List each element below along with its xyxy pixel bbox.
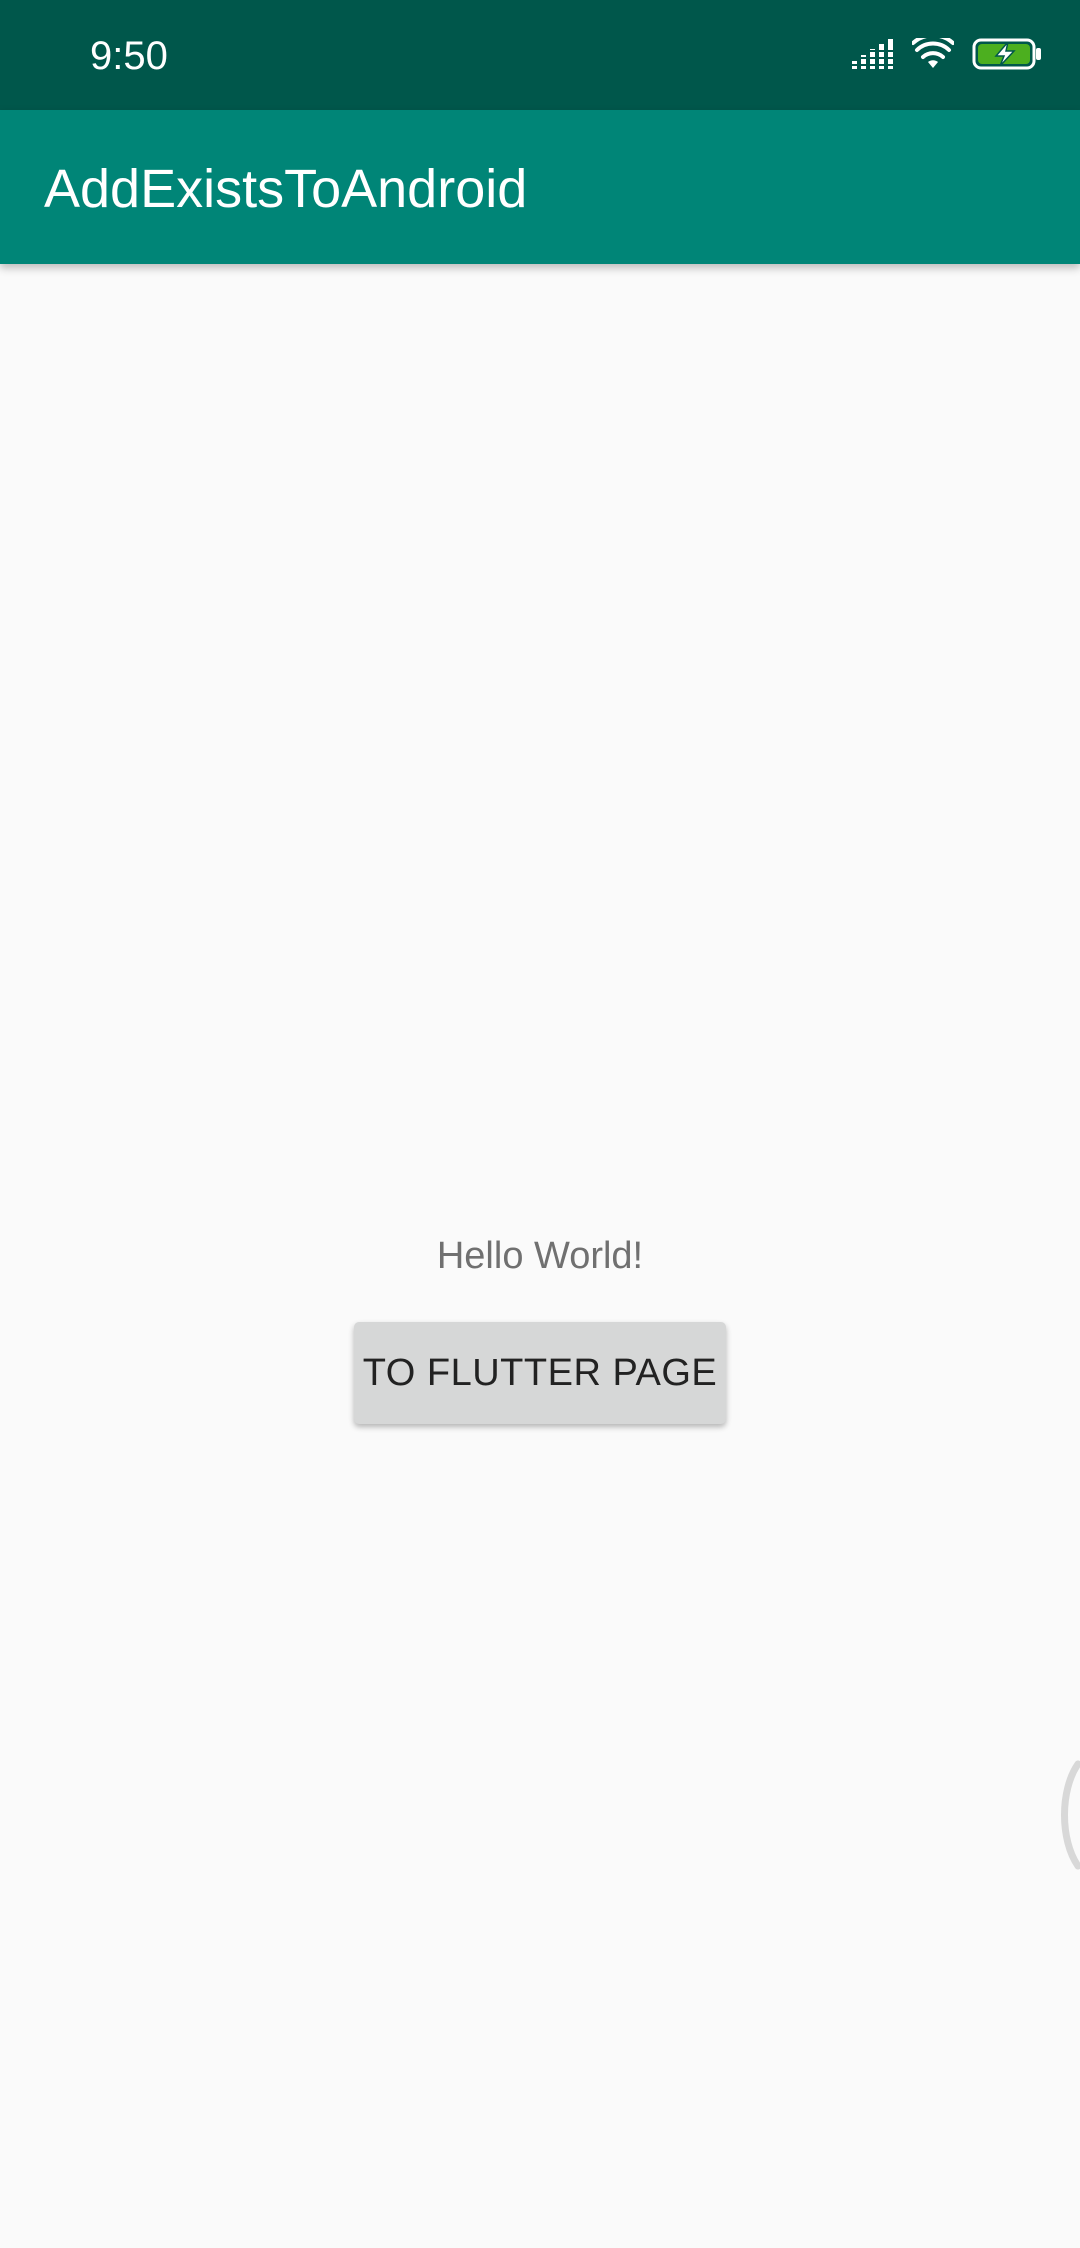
status-bar: 9:50 — [0, 0, 1080, 110]
status-time: 9:50 — [90, 34, 168, 78]
app-title: AddExistsToAndroid — [44, 159, 528, 219]
main-content: Hello World! TO FLUTTER PAGE — [0, 264, 1080, 2248]
battery-charging-icon — [972, 38, 1042, 74]
status-icons — [852, 33, 1042, 76]
screen: 9:50 AddExistsToAndroid Hello World! TO … — [0, 0, 1080, 2248]
signal-icon — [852, 39, 894, 73]
to-flutter-page-button[interactable]: TO FLUTTER PAGE — [354, 1322, 726, 1424]
edge-swipe-handle[interactable] — [1056, 1760, 1080, 1870]
hello-text: Hello World! — [436, 1235, 644, 1277]
wifi-icon — [911, 33, 955, 74]
app-bar: AddExistsToAndroid — [0, 110, 1080, 264]
